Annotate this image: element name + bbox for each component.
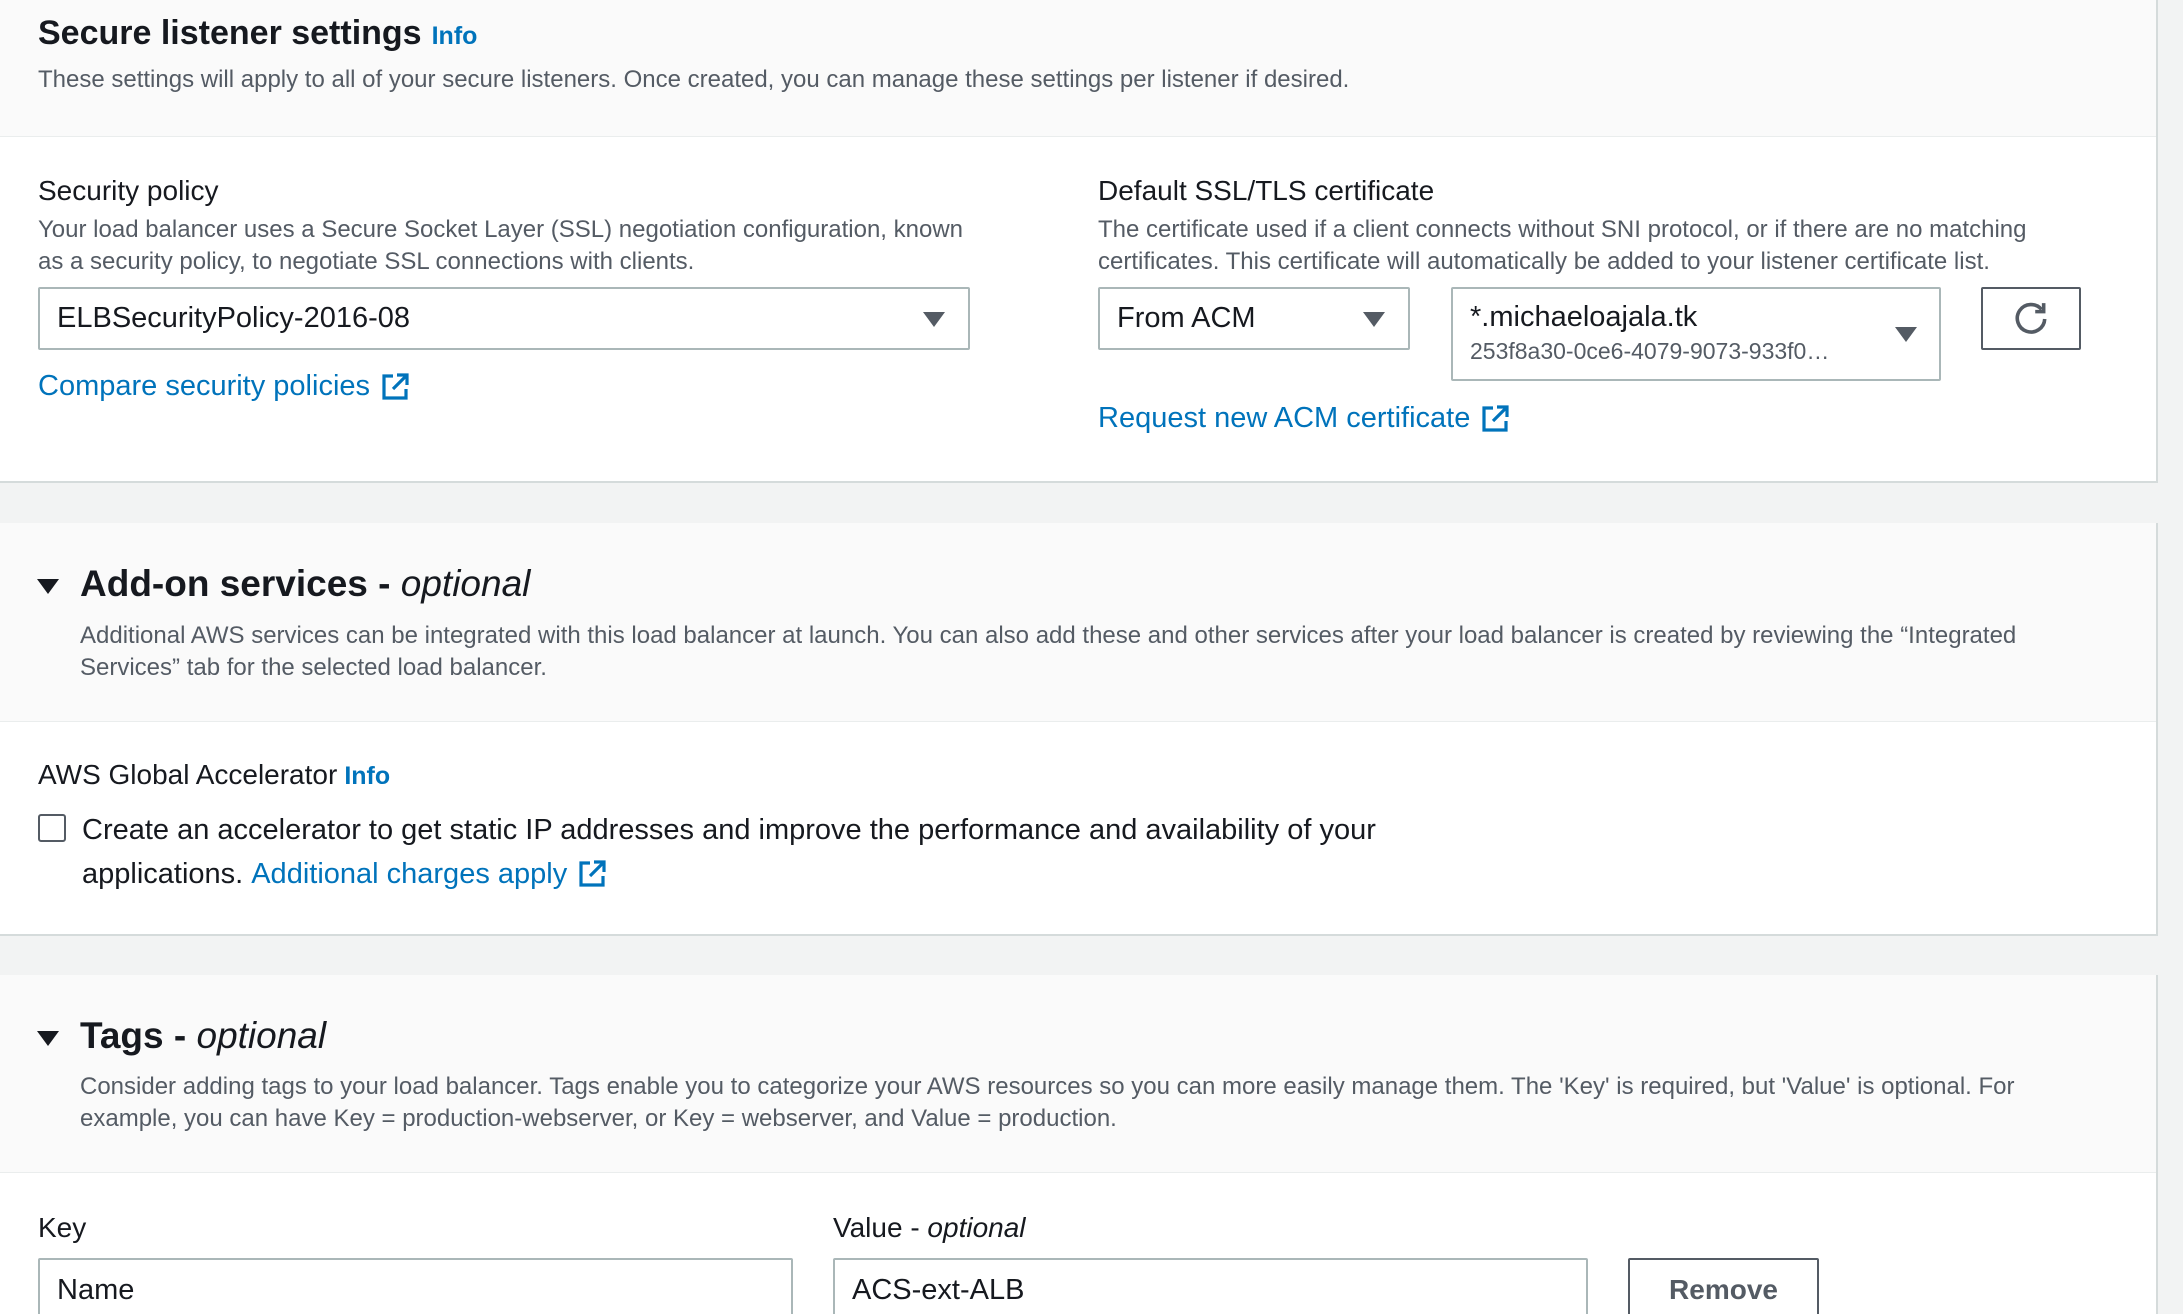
global-accelerator-applications-text: applications. xyxy=(82,858,244,890)
external-link-icon[interactable] xyxy=(577,859,607,889)
global-accelerator-info-link[interactable]: Info xyxy=(344,762,390,790)
addon-services-panel: Add-on services - optional Additional AW… xyxy=(0,523,2158,936)
security-policy-description-line-1: Your load balancer uses a Secure Socket … xyxy=(38,216,964,243)
refresh-icon xyxy=(2015,302,2047,334)
security-policy-select[interactable]: ELBSecurityPolicy-2016-08 xyxy=(38,287,970,350)
tag-value-input[interactable]: ACS-ext-ALB xyxy=(833,1258,1588,1314)
caret-down-icon xyxy=(1363,312,1385,327)
global-accelerator-checkbox[interactable] xyxy=(38,814,66,842)
secure-listener-header: Secure listener settings Info These setti… xyxy=(0,0,2156,137)
tags-title: Tags - optional xyxy=(80,1015,326,1057)
security-policy-selected-value: ELBSecurityPolicy-2016-08 xyxy=(57,302,411,334)
certificate-source-select[interactable]: From ACM xyxy=(1098,287,1410,350)
secure-listener-info-link[interactable]: Info xyxy=(432,22,478,50)
expand-triangle-icon[interactable] xyxy=(37,1031,59,1046)
tag-key-value: Name xyxy=(57,1273,135,1306)
security-policy-description-line-2: as a security policy, to negotiate SSL c… xyxy=(38,248,695,275)
secure-listener-title: Secure listener settings xyxy=(38,14,422,52)
certificate-description-line-2: certificates. This certificate will auto… xyxy=(1098,248,1990,275)
caret-down-icon xyxy=(923,312,945,327)
certificate-name: *.michaeloajala.tk xyxy=(1470,301,1698,333)
global-accelerator-checkbox-text-line-2: applications. Additional charges apply xyxy=(82,852,607,896)
tag-value-label: Value - optional xyxy=(833,1212,1026,1244)
certificate-source-selected-value: From ACM xyxy=(1117,302,1256,334)
certificate-label: Default SSL/TLS certificate xyxy=(1098,175,1435,206)
external-link-icon xyxy=(1482,404,1509,432)
tag-key-label: Key xyxy=(38,1212,87,1243)
addon-services-title-text: Add-on services - xyxy=(80,563,401,604)
tags-title-text: Tags - xyxy=(80,1015,197,1056)
addon-services-title: Add-on services - optional xyxy=(80,563,530,605)
compare-security-policies-text: Compare security policies xyxy=(38,370,371,402)
tags-panel: Tags - optional Consider adding tags to … xyxy=(0,975,2158,1314)
caret-down-icon xyxy=(1895,327,1917,342)
certificate-select[interactable]: *.michaeloajala.tk 253f8a30-0ce6-4079-90… xyxy=(1451,287,1941,381)
global-accelerator-label-row: AWS Global Accelerator Info xyxy=(38,759,390,791)
compare-security-policies-link[interactable]: Compare security policies xyxy=(38,370,410,403)
tag-value-label-text: Value - xyxy=(833,1212,928,1243)
tags-description-line-2: example, you can have Key = production-w… xyxy=(80,1105,1117,1132)
certificate-id: 253f8a30-0ce6-4079-9073-933f0… xyxy=(1470,338,1830,364)
refresh-certificates-button[interactable] xyxy=(1981,287,2081,350)
secure-listener-panel: Secure listener settings Info These setti… xyxy=(0,0,2158,483)
tags-optional-label: optional xyxy=(196,1015,327,1056)
addon-services-description-line-1: Additional AWS services can be integrate… xyxy=(80,622,2017,649)
global-accelerator-checkbox-text-line-1: Create an accelerator to get static IP a… xyxy=(82,814,1376,846)
expand-triangle-icon[interactable] xyxy=(37,579,59,594)
addon-services-description-line-2: Services” tab for the selected load bala… xyxy=(80,654,547,681)
addon-services-header: Add-on services - optional Additional AW… xyxy=(0,523,2156,722)
certificate-description-line-1: The certificate used if a client connect… xyxy=(1098,216,2027,243)
global-accelerator-label: AWS Global Accelerator xyxy=(38,759,338,790)
tags-description-line-1: Consider adding tags to your load balanc… xyxy=(80,1073,2015,1100)
secure-listener-description: These settings will apply to all of your… xyxy=(38,66,1350,93)
tag-key-input[interactable]: Name xyxy=(38,1258,793,1314)
addon-services-optional-label: optional xyxy=(400,563,531,604)
external-link-icon xyxy=(382,372,409,400)
additional-charges-link[interactable]: Additional charges apply xyxy=(251,852,567,896)
security-policy-label: Security policy xyxy=(38,175,219,206)
request-acm-certificate-text: Request new ACM certificate xyxy=(1098,402,1471,434)
tags-header: Tags - optional Consider adding tags to … xyxy=(0,975,2156,1173)
remove-tag-button[interactable]: Remove xyxy=(1628,1258,1819,1314)
tag-value-value: ACS-ext-ALB xyxy=(852,1273,1025,1306)
tag-value-optional-label: optional xyxy=(927,1212,1026,1243)
request-acm-certificate-link[interactable]: Request new ACM certificate xyxy=(1098,402,1510,435)
secure-listener-title-row: Secure listener settings Info xyxy=(38,14,477,53)
